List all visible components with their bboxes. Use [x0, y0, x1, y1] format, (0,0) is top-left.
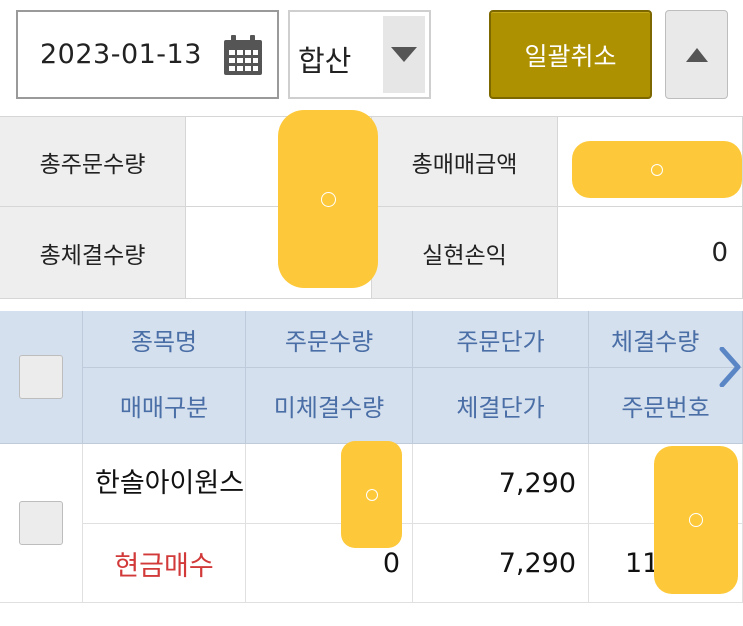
- realized-pnl-value: 0: [558, 207, 743, 299]
- redaction-mask: [278, 110, 378, 288]
- date-picker[interactable]: 2023-01-13: [16, 10, 279, 99]
- col-order-price: 주문단가: [413, 311, 589, 368]
- date-value: 2023-01-13: [40, 39, 202, 70]
- mode-select-toggle[interactable]: [383, 16, 425, 93]
- triangle-up-icon: [685, 47, 708, 62]
- chevron-down-icon: [391, 46, 417, 62]
- cancel-all-button[interactable]: 일괄취소: [489, 10, 652, 99]
- select-all-cell: [0, 311, 83, 444]
- cancel-all-label: 일괄취소: [524, 41, 617, 71]
- mode-select[interactable]: 합산: [288, 10, 431, 99]
- total-filled-qty-label: 총체결수량: [0, 207, 186, 299]
- col-stock-name: 종목명: [83, 311, 246, 368]
- stock-name: 한솔아이원스: [95, 467, 245, 499]
- order-price-cell: 7,290: [413, 444, 589, 524]
- stock-name-cell[interactable]: 한솔아이원스: [83, 444, 246, 524]
- redaction-mask: [341, 441, 402, 548]
- trade-type-cell: 현금매수: [83, 524, 246, 603]
- col-order-qty: 주문수량: [246, 311, 413, 368]
- collapse-button[interactable]: [665, 10, 728, 99]
- redaction-mask: [572, 141, 742, 198]
- row-checkbox[interactable]: [19, 501, 63, 545]
- row-select-cell: [0, 444, 83, 603]
- filled-price-cell: 7,290: [413, 524, 589, 603]
- select-all-checkbox[interactable]: [19, 355, 63, 399]
- scroll-right-icon[interactable]: [718, 347, 742, 387]
- calendar-icon[interactable]: [221, 34, 265, 78]
- col-filled-price: 체결단가: [413, 368, 589, 444]
- total-order-qty-label: 총주문수량: [0, 117, 186, 207]
- col-trade-type: 매매구분: [83, 368, 246, 444]
- redaction-mask: [654, 446, 738, 594]
- mode-select-value: 합산: [298, 44, 352, 78]
- col-unfilled-qty: 미체결수량: [246, 368, 413, 444]
- realized-pnl-label: 실현손익: [372, 207, 558, 299]
- total-trade-amount-label: 총매매금액: [372, 117, 558, 207]
